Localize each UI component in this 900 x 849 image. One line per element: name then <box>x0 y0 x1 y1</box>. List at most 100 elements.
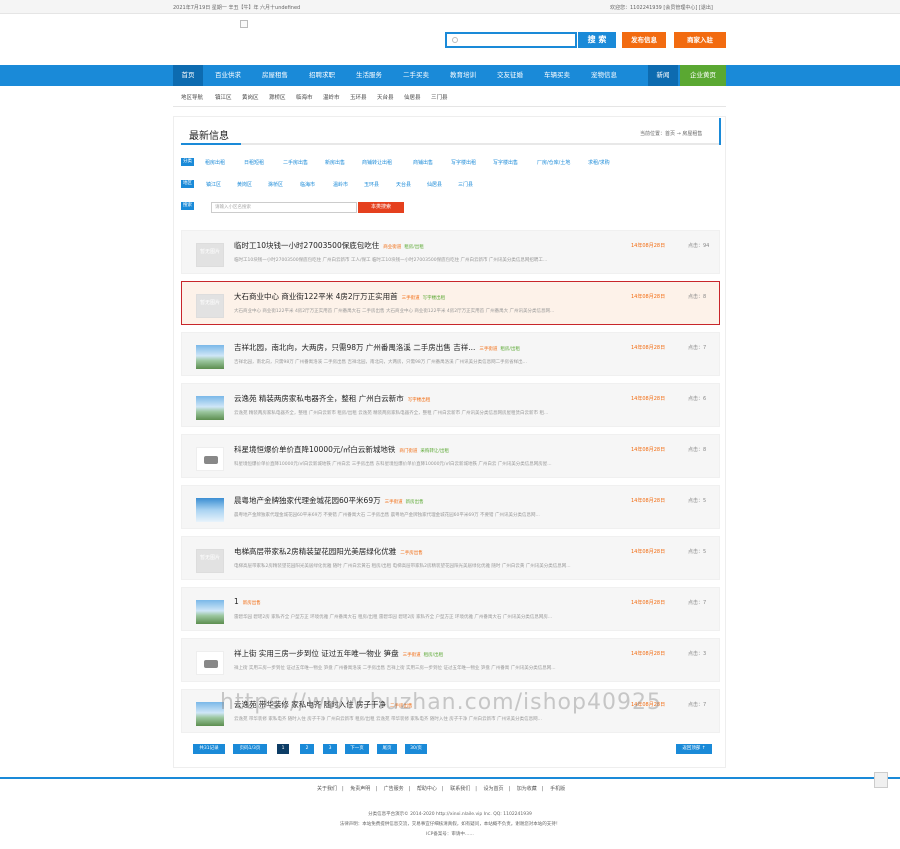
category-link[interactable]: 写字楼出售 <box>493 159 518 166</box>
listing-title-text[interactable]: 1 <box>234 597 239 606</box>
footer-link[interactable]: 加为收藏 <box>517 786 537 792</box>
listing-tag[interactable]: 三手街道 <box>385 500 403 505</box>
footer-link[interactable]: 广告服务 <box>384 786 404 792</box>
footer-link[interactable]: 手机版 <box>550 786 565 792</box>
listing-tag[interactable]: 采购转让/出租 <box>420 449 449 454</box>
footer-link[interactable]: 帮助中心 <box>417 786 437 792</box>
listing-tag[interactable]: 写字楼出租 <box>423 296 446 301</box>
search-input[interactable] <box>445 32 577 48</box>
category-search-button[interactable]: 本类搜索 <box>358 202 404 213</box>
page-link[interactable]: 2 <box>300 744 314 754</box>
footer-link[interactable]: 关于我们 <box>317 786 337 792</box>
nav-item[interactable]: 房屋租售 <box>253 65 297 86</box>
listing-row[interactable]: 暂无图片 临时工10块钱一小时27003500保底包吃住 商业街道 租房/出租 临时工1… <box>181 230 720 274</box>
listing-thumbnail[interactable]: 暂无图片 <box>196 294 224 318</box>
listing-thumbnail[interactable] <box>196 447 224 471</box>
listing-thumbnail[interactable]: 暂无图片 <box>196 243 224 267</box>
nav-item-home[interactable]: 首页 <box>173 65 203 86</box>
subnav-item[interactable]: 仙居县 <box>404 93 421 101</box>
nav-item[interactable]: 宠物信息 <box>582 65 626 86</box>
post-info-button[interactable]: 发布信息 <box>622 32 666 48</box>
listing-title[interactable]: 临时工10块钱一小时27003500保底包吃住 商业街道 租房/出租 <box>234 240 424 251</box>
listing-row[interactable]: 吉祥北园，南北向，大两房，只需98万 广州番禺洛溪 二手房出售 吉祥... 三手街… <box>181 332 720 376</box>
listing-row[interactable]: 祥上街 实用三房一步到位 证过五年唯一物业 笋盘 三手街道 租房/出租 祥上街 实用三… <box>181 638 720 682</box>
category-link[interactable]: 日租短租 <box>244 159 264 166</box>
listing-thumbnail[interactable]: 暂无图片 <box>196 549 224 573</box>
listing-tag[interactable]: 写字楼出租 <box>408 398 431 403</box>
search-button[interactable]: 搜 索 <box>578 32 616 48</box>
subnav-item[interactable]: 临海市 <box>296 93 313 101</box>
listing-thumbnail[interactable] <box>196 396 224 420</box>
listing-title-text[interactable]: 电梯高层带家私2房精装望花园阳光美居绿化优雅 <box>234 547 396 556</box>
page-current[interactable]: 1 <box>277 744 289 754</box>
listing-title[interactable]: 1 新房出售 <box>234 597 261 606</box>
per-page-select[interactable]: 30/页 <box>405 744 427 754</box>
listing-row[interactable]: 晨粤地产金牌独家代理金城花园60平米69万 三手街道 新房出售 晨粤地产金牌独家代理金… <box>181 485 720 529</box>
footer-link[interactable]: 设为首页 <box>483 786 503 792</box>
listing-title[interactable]: 晨粤地产金牌独家代理金城花园60平米69万 三手街道 新房出售 <box>234 495 424 506</box>
listing-row[interactable]: 暂无图片 大石商业中心 商业街122平米 4房2厅万正实用首 三手街道 写字楼出租 大石… <box>181 281 720 325</box>
mobile-icon[interactable] <box>874 772 888 788</box>
listing-tag[interactable]: 商业街道 <box>383 245 401 250</box>
subnav-item[interactable]: 镇江区 <box>215 93 232 101</box>
listing-thumbnail[interactable] <box>196 600 224 624</box>
subnav-item[interactable]: 三门县 <box>431 93 448 101</box>
area-link[interactable]: 滁桥区 <box>268 181 283 188</box>
area-link[interactable]: 镇江区 <box>206 181 221 188</box>
footer-link[interactable]: 联系我们 <box>450 786 470 792</box>
breadcrumb[interactable]: 当前位置：首页 → 房屋租售 <box>640 130 702 137</box>
listing-tag[interactable]: 租房/出租 <box>404 245 424 250</box>
nav-item[interactable]: 交友征婚 <box>488 65 532 86</box>
listing-title[interactable]: 科星境恒爆价单价直降10000元/㎡白云新城地铁 商门街道 采购转让/出租 <box>234 444 449 455</box>
listing-title-text[interactable]: 科星境恒爆价单价直降10000元/㎡白云新城地铁 <box>234 445 395 454</box>
listing-title-text[interactable]: 临时工10块钱一小时27003500保底包吃住 <box>234 241 379 250</box>
category-link[interactable]: 写字楼出租 <box>451 159 476 166</box>
site-logo[interactable] <box>240 20 248 28</box>
user-links[interactable]: 欢迎您：1102241939 [会员管理中心] [退出] <box>610 4 713 11</box>
listing-title-text[interactable]: 云逸苑 精装两房家私电器齐全，整租 广州白云新市 <box>234 394 404 403</box>
listing-title-text[interactable]: 大石商业中心 商业街122平米 4房2厅万正实用首 <box>234 292 398 301</box>
category-link[interactable]: 新房出售 <box>325 159 345 166</box>
next-page-button[interactable]: 下一页 <box>345 744 369 754</box>
listing-tag[interactable]: 三手街道 <box>402 296 420 301</box>
nav-item-news[interactable]: 新闻 <box>648 65 678 86</box>
category-link[interactable]: 商铺转让出租 <box>362 159 392 166</box>
listing-tag[interactable]: 三手街道 <box>403 653 421 658</box>
area-link[interactable]: 三门县 <box>458 181 473 188</box>
back-to-top-button[interactable]: 返回顶部 ↑ <box>676 744 712 754</box>
listing-tag[interactable]: 新房出售 <box>406 500 424 505</box>
listing-row[interactable]: 1 新房出售 雷碧华园 碧瑶2房 家私齐全 户型方正 环境优雅 广州番禺大石 租房/… <box>181 587 720 631</box>
listing-tag[interactable]: 二手房出售 <box>400 551 423 556</box>
nav-item[interactable]: 百业供求 <box>206 65 250 86</box>
last-page-button[interactable]: 尾页 <box>377 744 397 754</box>
listing-title[interactable]: 电梯高层带家私2房精装望花园阳光美居绿化优雅 二手房出售 <box>234 546 423 557</box>
listing-thumbnail[interactable] <box>196 345 224 369</box>
category-link[interactable]: 求租/求购 <box>588 159 610 166</box>
listing-title[interactable]: 大石商业中心 商业街122平米 4房2厅万正实用首 三手街道 写字楼出租 <box>234 291 445 302</box>
listing-title-text[interactable]: 祥上街 实用三房一步到位 证过五年唯一物业 笋盘 <box>234 649 399 658</box>
area-link[interactable]: 仙居县 <box>427 181 442 188</box>
listing-row[interactable]: 暂无图片 电梯高层带家私2房精装望花园阳光美居绿化优雅 二手房出售 电梯高层带家私2房… <box>181 536 720 580</box>
category-link[interactable]: 二手房出售 <box>283 159 308 166</box>
area-link[interactable]: 临海市 <box>300 181 315 188</box>
merchant-join-button[interactable]: 商家入驻 <box>674 32 726 48</box>
category-link[interactable]: 厂房/仓库/土地 <box>537 159 570 166</box>
subnav-item[interactable]: 温岭市 <box>323 93 340 101</box>
area-link[interactable]: 天台县 <box>396 181 411 188</box>
listing-title[interactable]: 祥上街 实用三房一步到位 证过五年唯一物业 笋盘 三手街道 租房/出租 <box>234 648 443 659</box>
nav-item[interactable]: 招聘求职 <box>300 65 344 86</box>
listing-tag[interactable]: 三手街道 <box>479 347 497 352</box>
listing-row[interactable]: 科星境恒爆价单价直降10000元/㎡白云新城地铁 商门街道 采购转让/出租 科星境恒爆… <box>181 434 720 478</box>
category-link[interactable]: 商铺出售 <box>413 159 433 166</box>
subnav-item[interactable]: 天台县 <box>377 93 394 101</box>
listing-title-text[interactable]: 吉祥北园，南北向，大两房，只需98万 广州番禺洛溪 二手房出售 吉祥... <box>234 343 475 352</box>
listing-tag[interactable]: 租房/出租 <box>500 347 520 352</box>
listing-title[interactable]: 云逸苑 精装两房家私电器齐全，整租 广州白云新市 写字楼出租 <box>234 393 430 404</box>
nav-item-corp[interactable]: 企业黄页 <box>680 65 726 86</box>
page-link[interactable]: 3 <box>323 744 337 754</box>
listing-tag[interactable]: 商门街道 <box>399 449 417 454</box>
footer-link[interactable]: 免责声明 <box>350 786 370 792</box>
listing-row[interactable]: 云逸苑 精装两房家私电器齐全，整租 广州白云新市 写字楼出租 云逸苑 精装两房家私电… <box>181 383 720 427</box>
listing-title-text[interactable]: 晨粤地产金牌独家代理金城花园60平米69万 <box>234 496 381 505</box>
category-link[interactable]: 租房出租 <box>205 159 225 166</box>
